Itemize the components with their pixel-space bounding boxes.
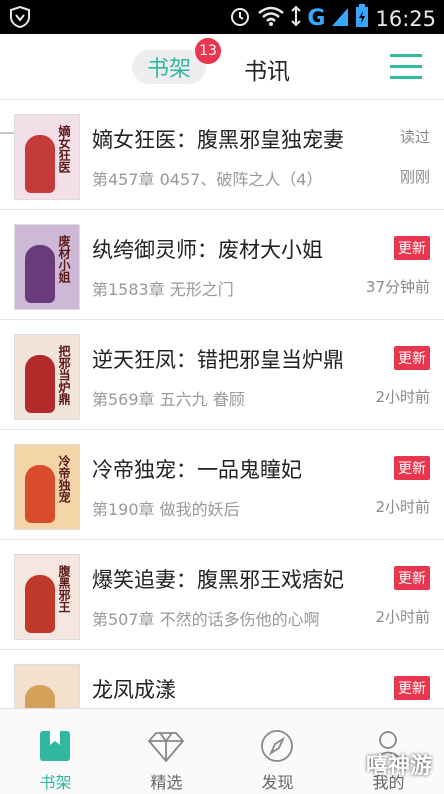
cover-figure [25, 355, 55, 413]
latest-chapter: 第1583章 无形之门 [92, 280, 234, 299]
update-badge: 更新 [394, 456, 430, 480]
update-time: 2小时前 [375, 608, 430, 626]
cover-title-text: 把邪当炉鼎 [57, 345, 71, 405]
latest-chapter: 第507章 不然的话多伤他的心啊 [92, 610, 320, 629]
nav-bookshelf[interactable]: 书架 [0, 709, 111, 794]
book-title: 龙凤成漾 [92, 678, 176, 702]
update-badge: 更新 [394, 236, 430, 260]
cover-title-text: 废材小姐 [57, 235, 71, 283]
diamond-icon [147, 732, 185, 763]
menu-icon[interactable] [390, 52, 424, 82]
network-type: G [307, 6, 326, 31]
update-badge: 更新 [394, 676, 430, 700]
bookshelf-count-badge: 13 [195, 38, 221, 64]
clock-time: 16:25 [375, 6, 436, 31]
bookmark-icon [40, 731, 70, 761]
nav-bookshelf-label: 书架 [39, 773, 72, 792]
book-list-item[interactable]: 龙凤成漾 更新 [0, 650, 444, 708]
shield-icon [8, 5, 32, 33]
cover-title-text: 冷帝独宠 [57, 455, 71, 503]
tab-bookshelf-label: 书架 [146, 57, 191, 82]
nav-featured-label: 精选 [150, 773, 183, 792]
book-list-item[interactable]: 把邪当炉鼎 逆天狂凤：错把邪皇当炉鼎 第569章 五六九 眷顾 更新 2小时前 [0, 320, 444, 430]
wifi-icon [257, 5, 285, 32]
book-title: 冷帝独宠：一品鬼瞳妃 [92, 458, 302, 482]
book-list-item[interactable]: 废材小姐 纨绔御灵师：废材大小姐 第1583章 无形之门 更新 37分钟前 [0, 210, 444, 320]
compass-icon [261, 730, 293, 762]
update-badge: 更新 [394, 566, 430, 590]
battery-icon [355, 4, 369, 33]
book-cover[interactable]: 把邪当炉鼎 [14, 334, 80, 420]
cover-title-text: 腹黑邪王 [57, 565, 71, 613]
nav-featured[interactable]: 精选 [111, 709, 222, 794]
book-cover[interactable]: 嫡女狂医 [14, 114, 80, 200]
cover-title-text: 嫡女狂医 [57, 125, 71, 173]
update-time: 2小时前 [375, 388, 430, 406]
book-cover[interactable]: 腹黑邪王 [14, 554, 80, 640]
book-list: 嫡女狂医 嫡女狂医：腹黑邪皇独宠妻 第457章 0457、破阵之人（4） 读过 … [0, 100, 444, 708]
book-title: 纨绔御灵师：废材大小姐 [92, 238, 323, 262]
cover-figure [25, 575, 55, 633]
book-title: 爆笑追妻：腹黑邪王戏痞妃 [92, 568, 344, 592]
latest-chapter: 第569章 五六九 眷顾 [92, 390, 245, 409]
tab-book-news[interactable]: 书讯 [244, 52, 290, 86]
data-transfer-icon [291, 5, 302, 32]
watermark-text: 嘻神游 [366, 754, 433, 779]
book-cover[interactable]: 废材小姐 [14, 224, 80, 310]
nav-discover[interactable]: 发现 [222, 709, 333, 794]
cover-figure [25, 685, 55, 708]
book-cover[interactable] [14, 664, 80, 708]
update-time: 37分钟前 [365, 278, 430, 296]
cover-figure [25, 135, 55, 193]
book-list-item[interactable]: 腹黑邪王 爆笑追妻：腹黑邪王戏痞妃 第507章 不然的话多伤他的心啊 更新 2小… [0, 540, 444, 650]
read-status: 读过 [399, 128, 430, 146]
update-time: 刚刚 [399, 168, 430, 186]
status-bar: G 16:25 [0, 0, 444, 34]
book-title: 逆天狂凤：错把邪皇当炉鼎 [92, 348, 344, 372]
update-badge: 更新 [394, 346, 430, 370]
book-title: 嫡女狂医：腹黑邪皇独宠妻 [92, 128, 344, 152]
app-header: 书架 13 书讯 [0, 34, 444, 134]
nav-discover-label: 发现 [261, 773, 294, 792]
update-time: 2小时前 [375, 498, 430, 516]
latest-chapter: 第190章 做我的妖后 [92, 500, 240, 519]
book-cover[interactable]: 冷帝独宠 [14, 444, 80, 530]
alarm-icon [229, 5, 251, 32]
book-list-item[interactable]: 冷帝独宠 冷帝独宠：一品鬼瞳妃 第190章 做我的妖后 更新 2小时前 [0, 430, 444, 540]
cover-figure [25, 465, 55, 523]
signal-icon [331, 5, 349, 32]
cover-figure [25, 245, 55, 303]
latest-chapter: 第457章 0457、破阵之人（4） [92, 170, 323, 189]
book-list-item[interactable]: 嫡女狂医 嫡女狂医：腹黑邪皇独宠妻 第457章 0457、破阵之人（4） 读过 … [0, 100, 444, 210]
